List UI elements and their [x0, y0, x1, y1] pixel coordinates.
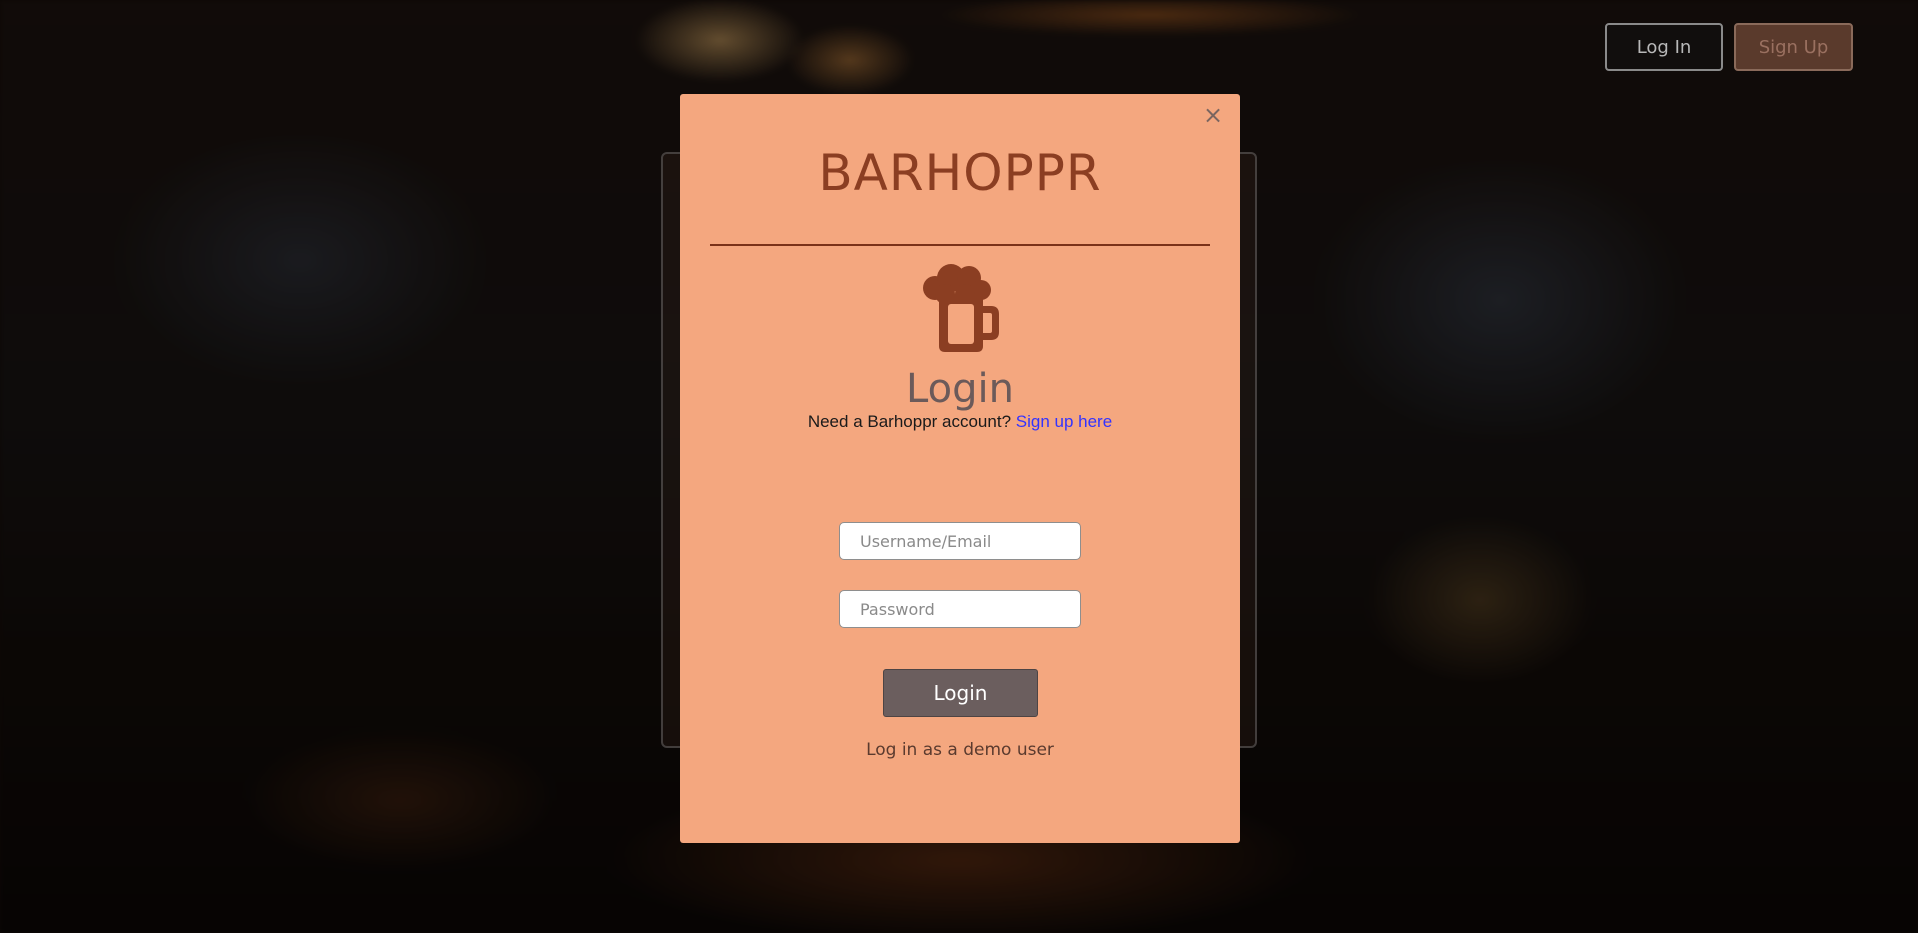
divider — [710, 244, 1210, 246]
nav-login-button[interactable]: Log In — [1605, 23, 1723, 71]
nav-signup-button[interactable]: Sign Up — [1734, 23, 1853, 71]
demo-login-link[interactable]: Log in as a demo user — [680, 740, 1240, 760]
login-modal: × BARHOPPR Login Need a Barhoppr account… — [680, 94, 1240, 843]
signup-prompt-text: Need a Barhoppr account? — [807, 412, 1012, 431]
brand-title: BARHOPPR — [818, 144, 1102, 202]
login-heading: Login — [906, 366, 1014, 412]
password-input[interactable] — [839, 590, 1081, 628]
signup-link[interactable]: Sign up here — [1016, 412, 1112, 431]
beer-mug-icon — [923, 264, 999, 352]
signup-prompt: Need a Barhoppr account? Sign up here — [680, 412, 1240, 432]
login-submit-button[interactable]: Login — [883, 669, 1038, 717]
close-icon[interactable]: × — [1202, 103, 1224, 127]
username-input[interactable] — [839, 522, 1081, 560]
